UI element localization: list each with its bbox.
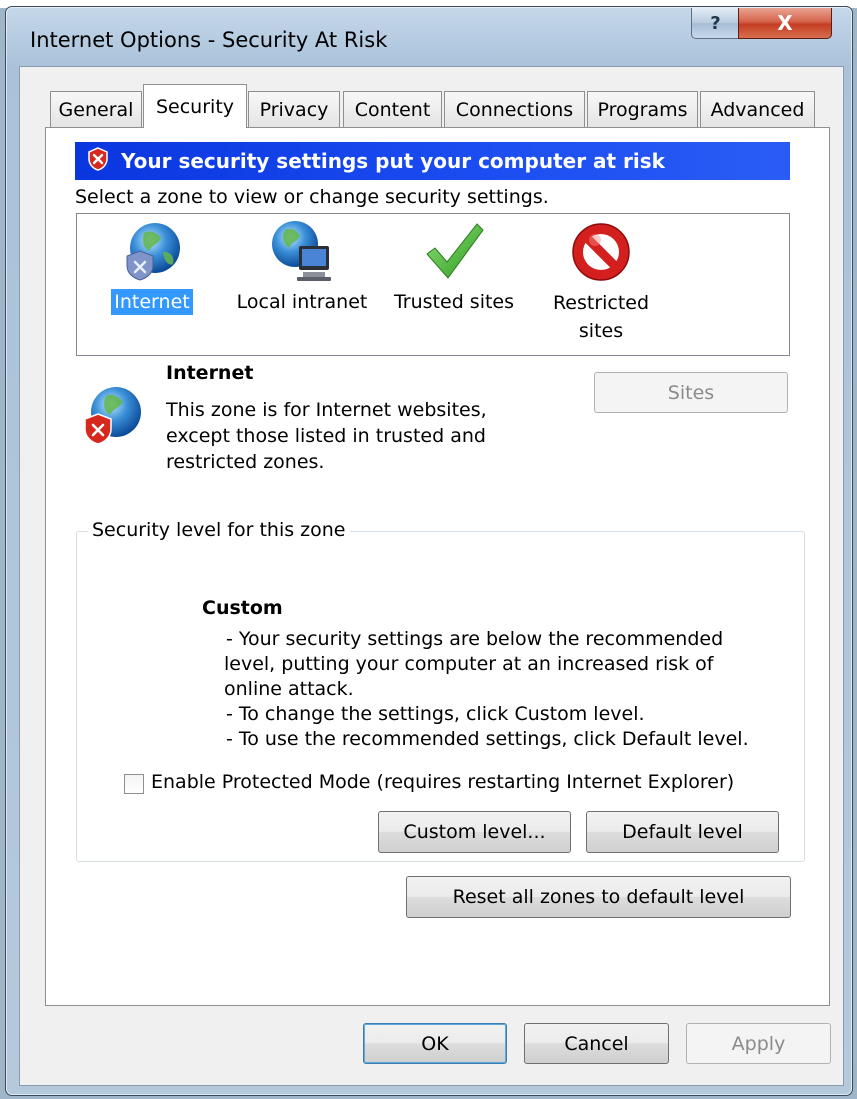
zone-local-intranet[interactable]: Local intranet xyxy=(232,218,372,315)
security-level-name: Custom xyxy=(202,597,283,619)
close-button[interactable]: X xyxy=(738,8,832,39)
custom-level-button[interactable]: Custom level... xyxy=(378,811,571,853)
zone-prompt: Select a zone to view or change security… xyxy=(75,186,549,208)
window-title: Internet Options - Security At Risk xyxy=(30,28,388,52)
globe-shield-icon xyxy=(104,218,200,289)
tab-general[interactable]: General xyxy=(50,91,142,127)
globe-computer-icon xyxy=(232,218,372,289)
tab-privacy[interactable]: Privacy xyxy=(248,91,340,127)
tab-connections[interactable]: Connections xyxy=(444,91,585,127)
protected-mode-label[interactable]: Enable Protected Mode (requires restarti… xyxy=(151,771,734,793)
reset-all-zones-button[interactable]: Reset all zones to default level xyxy=(406,876,791,918)
security-level-group-label: Security level for this zone xyxy=(88,519,350,541)
green-check-icon xyxy=(388,218,520,289)
zone-internet[interactable]: Internet xyxy=(104,218,200,315)
zone-label-line2: sites xyxy=(578,320,624,342)
zone-label: Local intranet xyxy=(236,291,368,313)
protected-mode-checkbox[interactable] xyxy=(124,774,144,794)
security-level-description: - Your security settings are below the r… xyxy=(224,628,749,750)
zone-label: Restricted xyxy=(552,292,650,314)
zone-label: Trusted sites xyxy=(393,291,515,313)
sites-button[interactable]: Sites xyxy=(594,372,788,413)
tab-programs[interactable]: Programs xyxy=(587,91,698,127)
internet-zone-icon xyxy=(78,384,148,455)
warning-shield-icon xyxy=(87,146,109,176)
zone-restricted-sites[interactable]: Restricted sites xyxy=(540,218,662,345)
tab-content[interactable]: Content xyxy=(343,91,442,127)
zone-label: Internet xyxy=(111,289,193,315)
ok-button[interactable]: OK xyxy=(363,1023,507,1064)
tab-advanced[interactable]: Advanced xyxy=(700,91,815,127)
selected-zone-name: Internet xyxy=(166,362,254,384)
risk-banner-text: Your security settings put your computer… xyxy=(121,149,665,173)
risk-banner: Your security settings put your computer… xyxy=(75,142,790,180)
selected-zone-description: This zone is for Internet websites, exce… xyxy=(166,399,487,473)
zone-trusted-sites[interactable]: Trusted sites xyxy=(388,218,520,315)
default-level-button[interactable]: Default level xyxy=(586,811,779,853)
tab-security[interactable]: Security xyxy=(143,84,247,128)
cancel-button[interactable]: Cancel xyxy=(524,1023,669,1064)
no-entry-icon xyxy=(540,218,662,289)
help-button[interactable]: ? xyxy=(691,8,740,39)
apply-button[interactable]: Apply xyxy=(686,1023,831,1064)
